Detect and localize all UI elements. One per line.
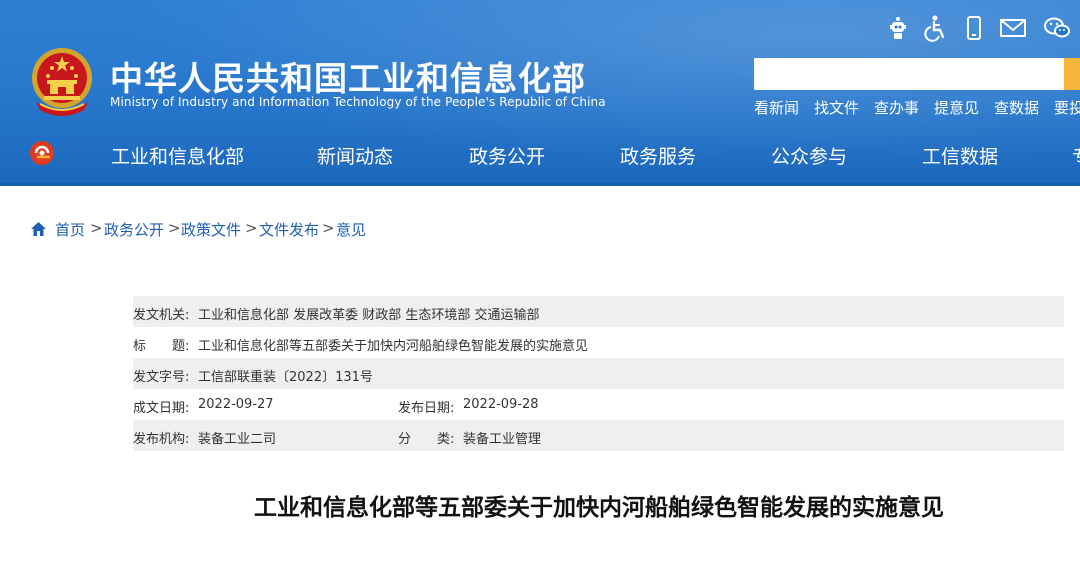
site-header: 中华人民共和国工业和信息化部 Ministry of Industry and … [0,0,1080,186]
quick-link-news[interactable]: 看新闻 [754,97,799,118]
meta-row-title: 标 题: 工业和信息化部等五部委关于加快内河船舶绿色智能发展的实施意见 [133,327,1064,358]
nav-item-ministry[interactable]: 工业和信息化部 [111,142,244,169]
nav-item-news[interactable]: 新闻动态 [317,142,393,169]
nav-item-data[interactable]: 工信数据 [922,142,998,169]
meta-row-org-category: 发布机构: 装备工业二司 分 类: 装备工业管理 [133,420,1064,451]
title-value: 工业和信息化部等五部委关于加快内河船舶绿色智能发展的实施意见 [198,339,589,354]
quick-link-complaint[interactable]: 要投 [1054,97,1080,118]
breadcrumb-government-affairs[interactable]: 政务公开 [104,219,164,240]
org-value: 装备工业二司 [198,432,277,447]
nav-item-public-participation[interactable]: 公众参与 [771,142,847,169]
nav-item-government-services[interactable]: 政务服务 [620,142,696,169]
category-value: 装备工业管理 [463,432,542,447]
breadcrumb-opinions[interactable]: 意见 [336,219,366,240]
breadcrumb-separator: > [90,219,103,237]
article-title: 工业和信息化部等五部委关于加快内河船舶绿色智能发展的实施意见 [254,495,944,521]
breadcrumb-separator: > [322,219,335,237]
search-input[interactable] [754,58,1064,90]
title-label: 标 题: [133,339,190,354]
mail-icon[interactable] [998,14,1028,42]
robot-assistant-icon[interactable] [884,14,912,42]
doc-number-value: 工信部联重装〔2022〕131号 [198,370,373,385]
quick-link-feedback[interactable]: 提意见 [934,97,979,118]
mobile-icon[interactable] [960,14,988,42]
breadcrumb-separator: > [168,219,181,237]
publish-date-label: 发布日期: [398,401,455,416]
written-date-label: 成文日期: [133,401,190,416]
publish-date-value: 2022-09-28 [463,397,539,412]
breadcrumb-separator: > [245,219,258,237]
quick-link-data[interactable]: 查数据 [994,97,1039,118]
breadcrumb-policy-documents[interactable]: 政策文件 [181,219,241,240]
category-label: 分 类: [398,432,455,447]
site-title: 中华人民共和国工业和信息化部 [110,59,586,98]
accessibility-icon[interactable] [922,14,950,42]
org-label: 发布机构: [133,432,190,447]
miit-logo-icon[interactable] [28,139,56,167]
meta-row-doc-number: 发文字号: 工信部联重装〔2022〕131号 [133,358,1064,389]
written-date-value: 2022-09-27 [198,397,274,412]
national-emblem-icon [32,48,92,116]
quick-link-services[interactable]: 查办事 [874,97,919,118]
document-metadata-table: 发文机关: 工业和信息化部 发展改革委 财政部 生态环境部 交通运输部 标 题:… [133,296,1064,451]
nav-item-government-affairs[interactable]: 政务公开 [469,142,545,169]
doc-number-label: 发文字号: [133,370,190,385]
utility-icons [884,14,1080,42]
breadcrumb-home[interactable]: 首页 [55,219,85,240]
home-icon[interactable] [30,221,47,237]
issuer-label: 发文机关: [133,308,190,323]
wechat-icon[interactable] [1042,14,1072,42]
breadcrumb-document-release[interactable]: 文件发布 [259,219,319,240]
site-subtitle-en: Ministry of Industry and Information Tec… [110,95,606,109]
quick-link-documents[interactable]: 找文件 [814,97,859,118]
nav-item-special[interactable]: 专 [1072,142,1080,169]
issuer-value: 工业和信息化部 发展改革委 财政部 生态环境部 交通运输部 [198,308,540,323]
meta-row-dates: 成文日期: 2022-09-27 发布日期: 2022-09-28 [133,389,1064,420]
search-button[interactable] [1064,58,1080,90]
nav-divider [0,183,1080,186]
meta-row-issuer: 发文机关: 工业和信息化部 发展改革委 财政部 生态环境部 交通运输部 [133,296,1064,327]
